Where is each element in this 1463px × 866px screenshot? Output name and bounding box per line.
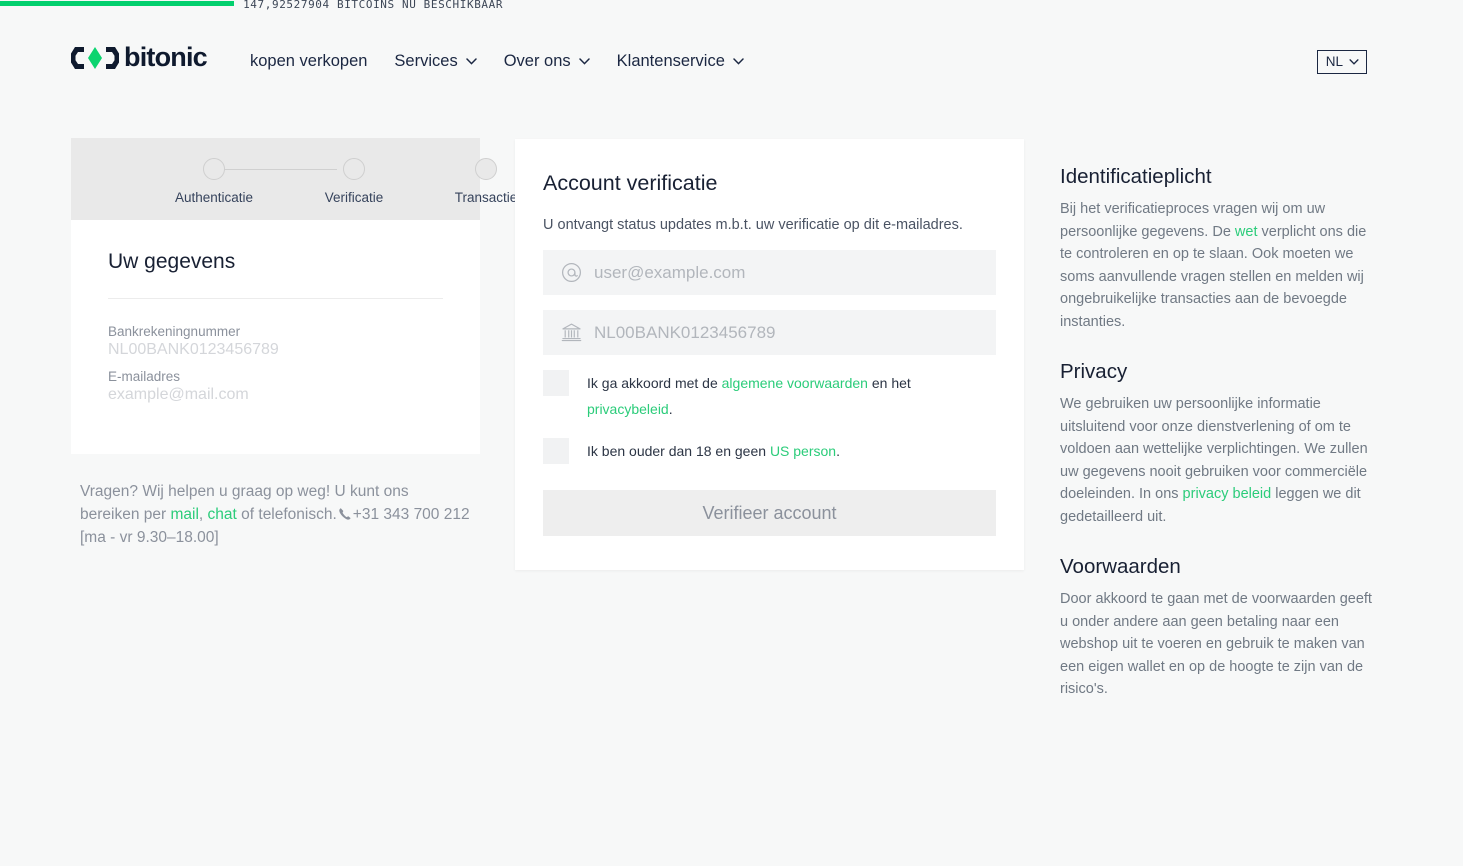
terms-checkbox[interactable] xyxy=(543,370,569,396)
step-dot xyxy=(475,158,497,180)
nav-label: Services xyxy=(394,52,458,70)
card-subtitle: U ontvangt status updates m.b.t. uw veri… xyxy=(543,217,963,233)
iban-input[interactable]: NL00BANK0123456789 xyxy=(594,323,775,343)
chevron-down-icon xyxy=(1349,58,1359,65)
step-authenticatie[interactable]: Authenticatie xyxy=(159,158,269,205)
detail-row-emailadres: E-mailadres example@mail.com xyxy=(108,369,443,404)
detail-value: NL00BANK0123456789 xyxy=(108,341,279,358)
detail-value: example@mail.com xyxy=(108,386,249,403)
chevron-down-icon xyxy=(578,58,590,65)
age-text-after: . xyxy=(836,443,840,459)
help-phone[interactable]: +31 343 700 212 xyxy=(353,506,470,523)
bank-icon xyxy=(561,322,582,343)
ticker-text: 147,92527904 BITCOINS NU BESCHIKBAAR xyxy=(243,0,504,11)
nav-item-over-ons[interactable]: Over ons xyxy=(504,52,590,71)
step-dot xyxy=(203,158,225,180)
nav-item-services[interactable]: Services xyxy=(394,52,477,71)
nav-item-klantenservice[interactable]: Klantenservice xyxy=(617,52,744,71)
privacybeleid-link[interactable]: privacybeleid xyxy=(587,401,669,417)
text-before: Door akkoord te gaan met de voorwaarden … xyxy=(1060,591,1372,697)
ticker-progress-bar xyxy=(0,1,235,6)
email-input[interactable]: user@example.com xyxy=(594,263,745,283)
info-sidebar: Identificatieplicht Bij het verificatiep… xyxy=(1060,165,1372,701)
help-text: Vragen? Wij helpen u graag op weg! U kun… xyxy=(71,480,480,549)
language-value: NL xyxy=(1325,54,1343,69)
progress-stepper: Authenticatie Verificatie Transactie xyxy=(71,138,517,220)
help-text-part2: of telefonisch. xyxy=(236,506,337,523)
mail-link[interactable]: mail xyxy=(170,506,198,523)
sidebar-text-voorwaarden: Door akkoord te gaan met de voorwaarden … xyxy=(1060,588,1372,701)
terms-text-after: . xyxy=(668,401,673,417)
terms-checkbox-label: Ik ga akkoord met de algemene voorwaarde… xyxy=(587,370,996,422)
sidebar-text-privacy: We gebruiken uw persoonlijke informatie … xyxy=(1060,393,1372,528)
age-checkbox-row: Ik ben ouder dan 18 en geen US person. xyxy=(543,438,996,464)
step-label: Authenticatie xyxy=(174,190,254,205)
step-verificatie[interactable]: Verificatie xyxy=(299,158,409,205)
sidebar-heading-voorwaarden: Voorwaarden xyxy=(1060,555,1181,578)
logo-wordmark: bitonic xyxy=(124,42,208,72)
chevron-down-icon xyxy=(465,58,477,65)
user-details-card: Uw gegevens Bankrekeningnummer NL00BANK0… xyxy=(71,220,480,454)
bitonic-logo[interactable]: bitonic xyxy=(71,42,208,72)
phone-icon xyxy=(339,508,351,520)
page-title: Account verificatie xyxy=(543,171,718,195)
email-field-wrapper[interactable]: user@example.com xyxy=(543,250,996,295)
step-dot xyxy=(343,158,365,180)
detail-label: Bankrekeningnummer xyxy=(108,324,241,339)
verify-account-button[interactable]: Verifieer account xyxy=(543,490,996,536)
terms-text-middle: en het xyxy=(867,375,911,391)
us-person-link[interactable]: US person xyxy=(770,443,836,459)
iban-field-wrapper[interactable]: NL00BANK0123456789 xyxy=(543,310,996,355)
account-verification-card: Account verificatie U ontvangt status up… xyxy=(515,139,1024,570)
detail-label: E-mailadres xyxy=(108,369,181,384)
divider xyxy=(108,298,443,299)
bitcoin-availability-ticker: 147,92527904 BITCOINS NU BESCHIKBAAR xyxy=(0,0,1463,18)
chat-link[interactable]: chat xyxy=(208,506,237,523)
age-checkbox[interactable] xyxy=(543,438,569,464)
sidebar-heading-identificatieplicht: Identificatieplicht xyxy=(1060,165,1212,188)
left-column: Authenticatie Verificatie Transactie Uw … xyxy=(71,138,517,549)
main-navigation: kopen verkopen Services Over ons Klanten… xyxy=(250,52,744,71)
help-hours: [ma - vr 9.30–18.00] xyxy=(80,529,219,546)
nav-item-kopen-verkopen[interactable]: kopen verkopen xyxy=(250,52,367,71)
details-title: Uw gegevens xyxy=(108,250,236,273)
language-selector[interactable]: NL xyxy=(1316,50,1367,74)
help-separator: , xyxy=(198,506,208,523)
sidebar-heading-privacy: Privacy xyxy=(1060,360,1128,383)
detail-row-bankrekeningnummer: Bankrekeningnummer NL00BANK0123456789 xyxy=(108,324,443,359)
wet-link[interactable]: wet xyxy=(1235,224,1258,240)
terms-checkbox-row: Ik ga akkoord met de algemene voorwaarde… xyxy=(543,370,996,422)
algemene-voorwaarden-link[interactable]: algemene voorwaarden xyxy=(722,375,868,391)
sidebar-text-identificatieplicht: Bij het verificatieproces vragen wij om … xyxy=(1060,198,1372,333)
age-text-before: Ik ben ouder dan 18 en geen xyxy=(587,443,770,459)
at-sign-icon xyxy=(561,262,582,283)
step-label: Verificatie xyxy=(324,190,384,205)
age-checkbox-label: Ik ben ouder dan 18 en geen US person. xyxy=(587,438,840,464)
nav-label: Klantenservice xyxy=(616,52,725,70)
nav-label: kopen verkopen xyxy=(250,52,368,70)
terms-text-before: Ik ga akkoord met de xyxy=(587,375,722,391)
privacy-beleid-link[interactable]: privacy beleid xyxy=(1183,486,1272,502)
chevron-down-icon xyxy=(733,58,744,65)
nav-label: Over ons xyxy=(503,52,571,70)
bitonic-diamond-logo-icon xyxy=(71,46,119,69)
site-header: bitonic kopen verkopen Services Over ons… xyxy=(0,30,1463,96)
